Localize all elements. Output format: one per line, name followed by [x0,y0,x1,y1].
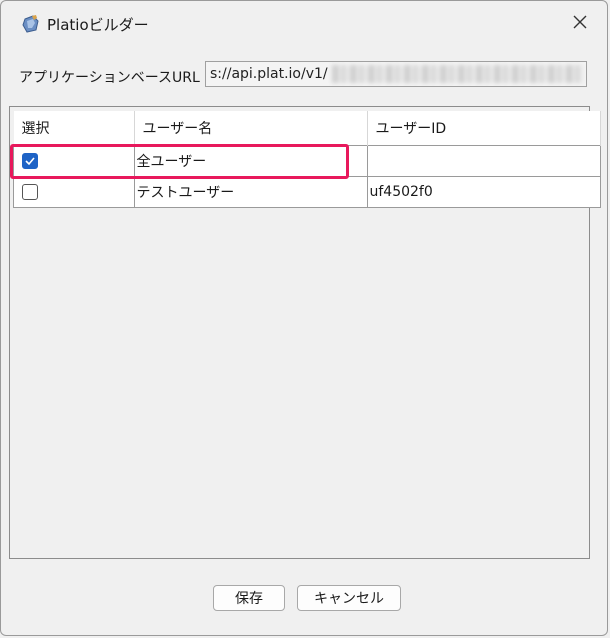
username-cell: テストユーザー [133,176,368,208]
table-header-row: 選択 ユーザー名 ユーザーID [13,111,601,146]
userid-cell [366,145,601,177]
title-bar: Platioビルダー [1,1,607,47]
column-header-select[interactable]: 選択 [13,111,135,146]
select-cell[interactable] [13,176,135,208]
user-table: 選択 ユーザー名 ユーザーID 全ユーザー テストユーザー uf4502f0 [13,111,601,208]
redacted-url-part [332,65,584,83]
platio-builder-dialog: Platioビルダー アプリケーションベースURL s://api.plat.i… [0,0,608,636]
table-row[interactable]: テストユーザー uf4502f0 [13,176,601,208]
username-cell: 全ユーザー [133,145,368,177]
select-checkbox-all-users[interactable] [22,153,38,169]
checkmark-icon [25,157,35,166]
close-button[interactable] [563,9,597,39]
close-icon [572,14,588,34]
base-url-label: アプリケーションベースURL [19,70,200,86]
platio-builder-icon [21,14,41,34]
window-title: Platioビルダー [47,16,149,34]
column-header-userid[interactable]: ユーザーID [367,111,601,146]
column-header-username[interactable]: ユーザー名 [134,111,368,146]
base-url-value: s://api.plat.io/v1/ [210,66,328,82]
select-checkbox-test-user[interactable] [22,184,38,200]
select-cell[interactable] [13,145,135,177]
base-url-field[interactable]: s://api.plat.io/v1/ [205,61,587,87]
table-row[interactable]: 全ユーザー [13,145,601,177]
userid-cell: uf4502f0 [366,176,601,208]
cancel-button[interactable]: キャンセル [297,585,401,611]
save-button[interactable]: 保存 [213,585,285,611]
